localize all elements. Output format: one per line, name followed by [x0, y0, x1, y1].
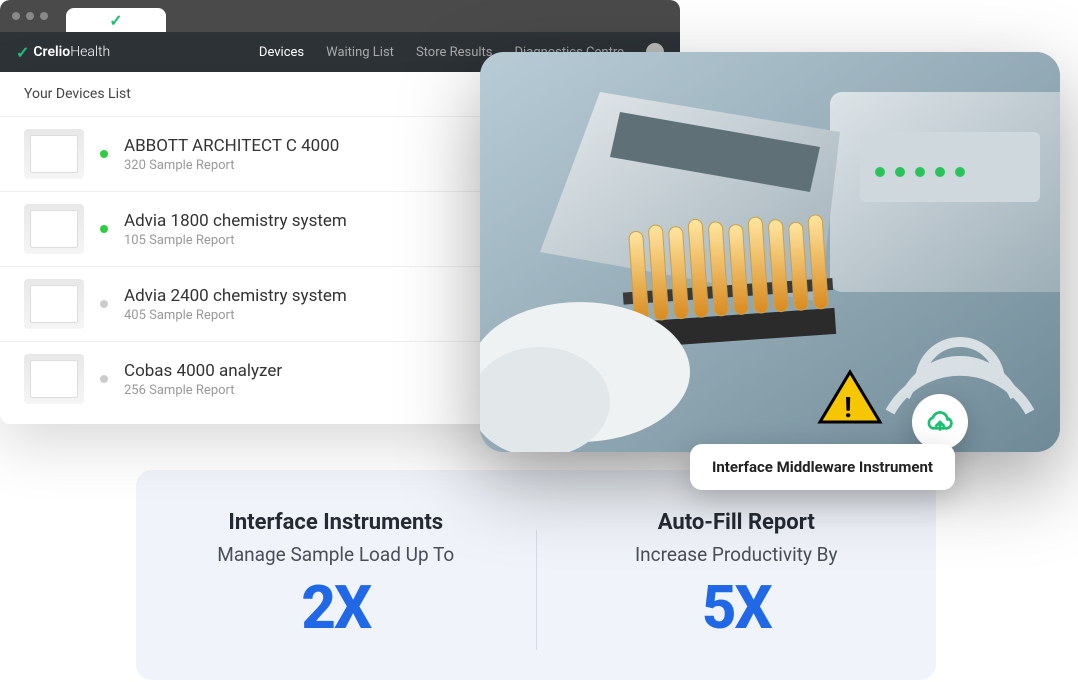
- device-thumb: [24, 129, 84, 179]
- nav-waiting-list[interactable]: Waiting List: [326, 45, 394, 60]
- logo-first: Crelio: [33, 44, 70, 60]
- list-title: Your Devices List: [24, 86, 131, 102]
- chip-label: Interface Middleware Instrument: [712, 458, 933, 476]
- browser-tab[interactable]: ✓: [66, 8, 166, 32]
- nav-devices[interactable]: Devices: [259, 45, 304, 60]
- stat-sub: Manage Sample Load Up To: [166, 543, 506, 566]
- window-dot: [26, 12, 34, 20]
- check-icon: ✓: [109, 11, 122, 30]
- stat-big: 5X: [567, 572, 907, 643]
- svg-text:!: !: [844, 391, 852, 424]
- device-thumb: [24, 204, 84, 254]
- status-dot-icon: [100, 225, 108, 233]
- stat-title: Interface Instruments: [166, 510, 506, 535]
- status-dot-icon: [100, 375, 108, 383]
- status-dot-icon: [100, 150, 108, 158]
- nav-store-results[interactable]: Store Results: [416, 45, 493, 60]
- browser-chrome: ✓: [0, 0, 680, 32]
- stat-big: 2X: [166, 572, 506, 643]
- cloud-upload-icon: [912, 394, 968, 450]
- stats-strip: Interface Instruments Manage Sample Load…: [136, 470, 936, 680]
- stat-autofill-report: Auto-Fill Report Increase Productivity B…: [537, 500, 937, 680]
- window-dot: [12, 12, 20, 20]
- stat-interface-instruments: Interface Instruments Manage Sample Load…: [136, 500, 536, 680]
- stat-sub: Increase Productivity By: [567, 543, 907, 566]
- lab-photo: !: [480, 52, 1060, 452]
- logo[interactable]: ✓ CrelioHealth: [16, 43, 110, 62]
- status-dot-icon: [100, 300, 108, 308]
- logo-check-icon: ✓: [16, 43, 29, 62]
- stat-title: Auto-Fill Report: [567, 510, 907, 535]
- device-thumb: [24, 354, 84, 404]
- middleware-chip: Interface Middleware Instrument: [690, 444, 955, 490]
- window-dot: [40, 12, 48, 20]
- device-thumb: [24, 279, 84, 329]
- logo-second: Health: [70, 44, 110, 60]
